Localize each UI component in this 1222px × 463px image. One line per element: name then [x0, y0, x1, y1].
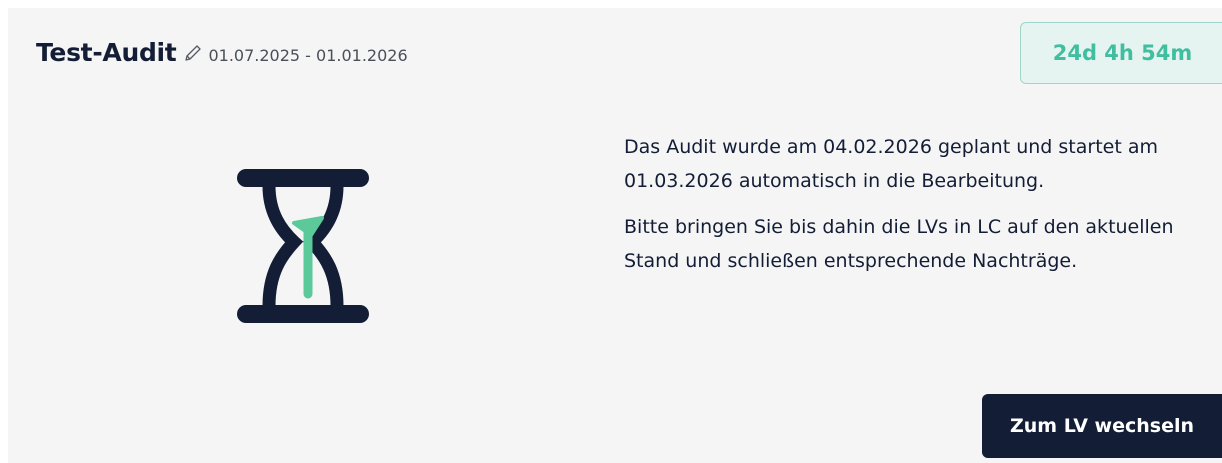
pencil-icon[interactable] [182, 42, 204, 64]
status-message: Das Audit wurde am 04.02.2026 geplant un… [624, 130, 1214, 290]
switch-to-lv-button[interactable]: Zum LV wechseln [982, 394, 1222, 458]
countdown-badge: 24d 4h 54m [1020, 22, 1222, 84]
status-paragraph-planned: Das Audit wurde am 04.02.2026 geplant un… [624, 136, 1158, 192]
audit-date-range: 01.07.2025 - 01.01.2026 [208, 46, 408, 65]
status-paragraph-instructions: Bitte bringen Sie bis dahin die LVs in L… [624, 216, 1174, 272]
audit-card: Test-Audit 01.07.2025 - 01.01.2026 24d 4… [8, 8, 1222, 463]
audit-header: Test-Audit 01.07.2025 - 01.01.2026 [36, 38, 408, 67]
hourglass-icon [236, 168, 370, 324]
audit-title: Test-Audit [36, 38, 177, 67]
